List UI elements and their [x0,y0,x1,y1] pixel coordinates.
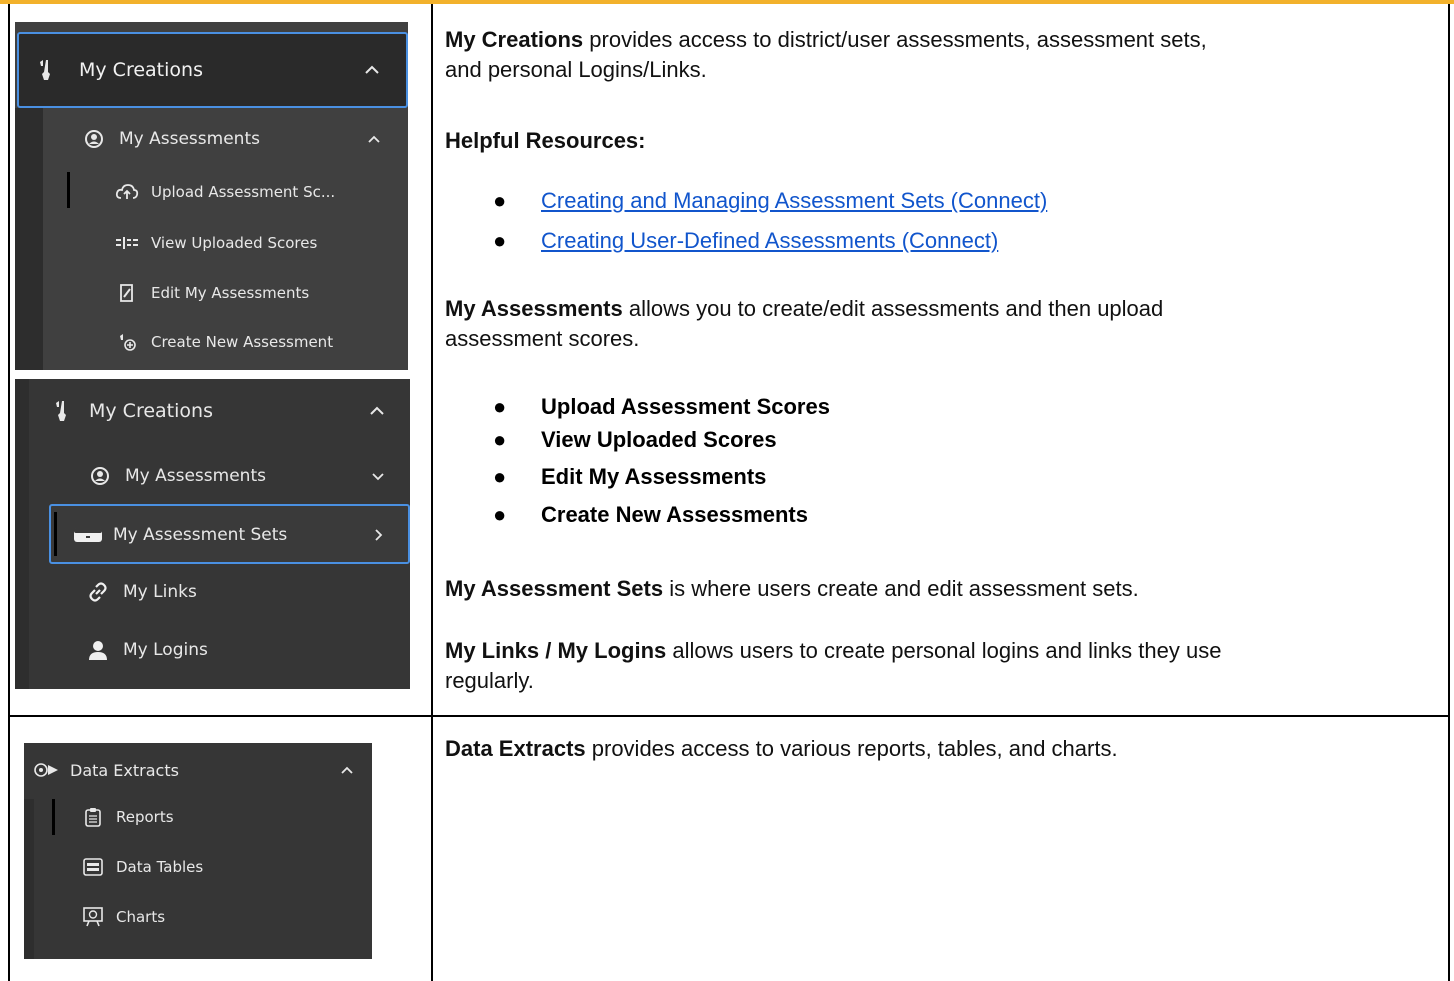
bullet-edit-my-assessments: Edit My Assessments [541,464,767,489]
data-extracts-menu-screenshot: Data Extracts Reports Data Tables Charts [24,743,372,959]
bullet-dot: ● [493,464,507,489]
menu-item-label: Charts [116,908,166,926]
helpful-resources-heading: Helpful Resources: [445,128,646,153]
term-my-creations: My Creations [445,27,584,52]
bullet-dot: ● [493,427,507,452]
my-creations-expanded-screenshot: My Creations My Assessments My Assessmen… [15,379,410,689]
menu-item-edit-my-assessments[interactable]: Edit My Assessments [115,277,309,309]
menu-item-label: My Links [123,582,197,602]
menu-item-reports[interactable]: Reports [82,801,174,833]
menu-item-label: View Uploaded Scores [151,234,318,252]
menu-item-upload-assessment-scores[interactable]: Upload Assessment Sc... [115,176,335,208]
active-indicator [67,172,70,208]
column-divider [431,4,433,981]
text-run: and personal Logins/Links. [445,57,707,82]
menu-item-label: My Assessment Sets [113,525,288,545]
term-data-extracts: Data Extracts [445,736,586,761]
link-creating-user-defined-assessments[interactable]: Creating User-Defined Assessments (Conne… [541,226,998,256]
chevron-up-icon[interactable] [363,391,391,431]
my-creations-header[interactable]: My Creations [51,391,213,431]
text-run: allows you to create/edit assessments an… [622,296,1164,321]
menu-item-my-logins[interactable]: My Logins [85,633,208,667]
menu-item-charts[interactable]: Charts [82,901,165,933]
chevron-up-icon[interactable] [361,122,387,156]
menu-rail [15,108,43,370]
bullet-create-new-assessments: Create New Assessments [541,502,808,527]
bullet-dot: ● [493,188,507,213]
menu-item-label: Create New Assessment [151,333,334,351]
data-extracts-header[interactable]: Data Extracts [32,753,179,787]
menu-item-label: Edit My Assessments [151,284,310,302]
chart-icon [82,907,104,927]
text-run: regularly. [445,668,534,693]
menu-item-label: My Logins [123,640,208,660]
menu-item-label: My Assessments [119,129,260,149]
chevron-up-icon[interactable] [334,753,360,787]
active-indicator [54,512,57,556]
drawer-icon [73,526,103,544]
menu-item-label: My Assessments [125,466,266,486]
user-icon [85,639,111,661]
edit-icon [115,283,139,303]
menu-header-label: Data Extracts [70,760,179,780]
chevron-right-icon[interactable] [365,518,391,552]
text-run: provides access to district/user assessm… [583,27,1207,52]
menu-item-create-new-assessment[interactable]: Create New Assessment [115,326,333,358]
my-creations-header[interactable]: My Creations [17,32,408,108]
table-icon [82,858,104,876]
menu-header-label: My Creations [89,400,213,422]
assessment-icon [89,466,111,486]
menu-item-label: Data Tables [116,858,204,876]
chevron-up-icon[interactable] [357,48,387,92]
bullet-dot: ● [493,394,507,419]
list-icon [115,237,139,249]
tools-icon [33,58,59,82]
chevron-down-icon[interactable] [365,459,391,493]
bullet-upload-assessment-scores: Upload Assessment Scores [541,394,830,419]
menu-item-label: Reports [116,808,174,826]
menu-rail [15,379,29,689]
text-run: is where users create and edit assessmen… [663,576,1139,601]
tools-icon [51,399,73,423]
menu-item-data-tables[interactable]: Data Tables [82,851,203,883]
my-creations-menu-screenshot: My Creations My Assessments Upload Asses… [15,22,408,370]
menu-item-view-uploaded-scores[interactable]: View Uploaded Scores [115,227,317,259]
my-assessment-sets-description: My Assessment Sets is where users create… [445,574,1435,604]
data-extracts-icon [32,762,62,778]
create-icon [115,332,139,352]
bullet-view-uploaded-scores: View Uploaded Scores [541,427,777,452]
bullet-dot: ● [493,228,507,253]
menu-item-my-assessments[interactable]: My Assessments [89,459,266,493]
my-assessments-description: My Assessments allows you to create/edit… [445,294,1435,354]
term-my-assessments: My Assessments [445,296,623,321]
cloud-upload-icon [115,183,139,201]
link-creating-managing-assessment-sets[interactable]: Creating and Managing Assessment Sets (C… [541,186,1047,216]
menu-item-my-assessments[interactable]: My Assessments [83,122,260,156]
text-run: allows users to create personal logins a… [666,638,1222,663]
row-divider [10,715,1448,717]
my-creations-description: My Creations provides access to district… [445,25,1435,85]
link-icon [85,581,111,603]
menu-item-my-links[interactable]: My Links [85,575,197,609]
term-my-links-my-logins: My Links / My Logins [445,638,667,663]
data-extracts-description: Data Extracts provides access to various… [445,734,1435,764]
menu-header-label: My Creations [79,59,203,81]
term-my-assessment-sets: My Assessment Sets [445,576,664,601]
report-icon [82,807,104,827]
menu-item-label: Upload Assessment Sc... [151,183,336,201]
text-run: provides access to various reports, tabl… [585,736,1118,761]
my-links-logins-description: My Links / My Logins allows users to cre… [445,636,1435,696]
assessment-icon [83,129,105,149]
menu-item-my-assessment-sets[interactable]: My Assessment Sets [49,504,410,564]
menu-rail [24,799,34,959]
bullet-dot: ● [493,502,507,527]
active-indicator [52,799,55,835]
text-run: assessment scores. [445,326,640,351]
